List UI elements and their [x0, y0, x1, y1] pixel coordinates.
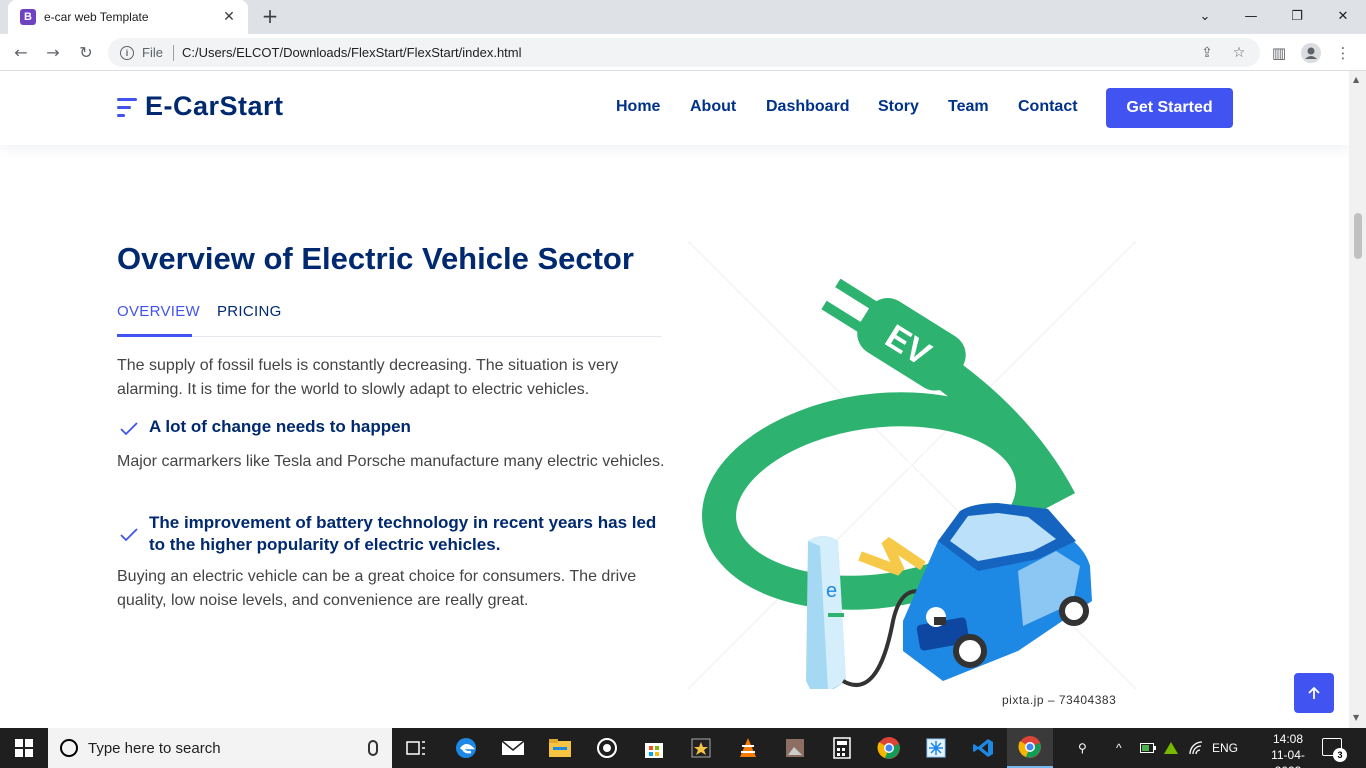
tab-overview[interactable]: OVERVIEW [117, 303, 200, 320]
feature-point: The improvement of battery technology in… [117, 512, 662, 556]
minimize-button[interactable]: — [1228, 0, 1274, 32]
search-icon [60, 739, 78, 757]
feature-point: A lot of change needs to happen [117, 416, 662, 440]
microphone-icon[interactable] [368, 740, 378, 756]
nav-contact[interactable]: Contact [1018, 98, 1078, 116]
browser-toolbar: ← → ↻ i File C:/Users/ELCOT/Downloads/Fl… [0, 34, 1366, 71]
car-graphic [903, 503, 1092, 681]
watermark: PIXTA [878, 440, 996, 481]
forward-icon[interactable]: → [40, 39, 66, 65]
search-placeholder: Type here to search [88, 739, 221, 757]
nav-about[interactable]: About [690, 98, 736, 116]
scroll-up-icon[interactable]: ▲ [1353, 75, 1359, 84]
reload-icon[interactable]: ↻ [73, 39, 99, 65]
language-indicator[interactable]: ENG [1212, 728, 1238, 768]
arrow-up-icon [1308, 686, 1320, 699]
close-tab-icon[interactable]: ✕ [220, 9, 238, 25]
share-icon[interactable]: ⇪ [1198, 44, 1216, 62]
active-tab-indicator [117, 334, 192, 337]
battery-icon[interactable] [1140, 728, 1156, 768]
clock-date: 11-04-2023 [1271, 748, 1305, 768]
content-tabs: OVERVIEW PRICING [117, 303, 662, 337]
chrome-active-icon[interactable] [1007, 728, 1053, 768]
logo[interactable]: E-CarStart [117, 91, 284, 122]
app-icon[interactable] [678, 728, 724, 768]
tab-search-icon[interactable]: ⌄ [1182, 0, 1228, 32]
windows-logo-icon [15, 739, 33, 757]
restore-button[interactable]: ❐ [1274, 0, 1320, 32]
favicon-icon: B [20, 9, 36, 25]
check-icon [120, 528, 138, 542]
scroll-thumb[interactable] [1354, 213, 1362, 259]
taskbar-search[interactable]: Type here to search [48, 728, 392, 768]
file-explorer-icon[interactable] [537, 728, 583, 768]
profile-icon[interactable] [1300, 42, 1322, 64]
logo-text: E-CarStart [145, 91, 284, 121]
nav-story[interactable]: Story [878, 98, 919, 116]
start-button[interactable] [0, 728, 48, 768]
new-tab-button[interactable]: + [258, 4, 282, 28]
side-panel-icon[interactable]: ▥ [1268, 42, 1290, 64]
station-e-icon: e [826, 580, 837, 602]
close-window-button[interactable]: ✕ [1320, 0, 1366, 32]
tab-pricing[interactable]: PRICING [217, 303, 282, 320]
calculator-icon[interactable] [819, 728, 865, 768]
system-clock[interactable]: 14:08 11-04-2023 [1258, 731, 1318, 768]
menu-icon[interactable]: ⋮ [1332, 42, 1354, 64]
back-to-top-button[interactable] [1294, 673, 1334, 713]
clock-time: 14:08 [1272, 732, 1304, 746]
section-title: Overview of Electric Vehicle Sector [117, 241, 634, 276]
windows-taskbar: Type here to search ⚲ ^ ENG 14:08 11-04-… [0, 728, 1366, 768]
vlc-icon[interactable] [725, 728, 771, 768]
browser-tab[interactable]: B e-car web Template ✕ [8, 0, 248, 34]
logo-icon [117, 94, 137, 120]
chrome-icon[interactable] [866, 728, 912, 768]
scroll-down-icon[interactable]: ▼ [1353, 713, 1359, 722]
page-viewport: E-CarStart Home About Dashboard Story Te… [0, 71, 1349, 728]
address-bar[interactable]: i File C:/Users/ELCOT/Downloads/FlexStar… [108, 38, 1260, 67]
mail-icon[interactable] [490, 728, 536, 768]
nav-team[interactable]: Team [948, 98, 989, 116]
feature-text: Buying an electric vehicle can be a grea… [117, 568, 637, 609]
edge-icon[interactable] [443, 728, 489, 768]
url-scheme: File [142, 45, 163, 60]
nvidia-icon[interactable] [1163, 728, 1179, 768]
check-icon [120, 422, 138, 436]
show-hidden-icons[interactable]: ^ [1116, 728, 1122, 768]
feature-heading: A lot of change needs to happen [149, 417, 411, 436]
browser-tab-bar: B e-car web Template ✕ + ⌄ — ❐ ✕ [0, 0, 1366, 34]
notification-count: 3 [1333, 748, 1347, 762]
feature-heading: The improvement of battery technology in… [149, 513, 657, 554]
store-icon[interactable] [631, 728, 677, 768]
bookmark-star-icon[interactable]: ☆ [1230, 44, 1248, 62]
feature-text: Major carmarkers like Tesla and Porsche … [117, 453, 665, 470]
nav-home[interactable]: Home [616, 98, 660, 116]
get-started-button[interactable]: Get Started [1106, 88, 1233, 128]
snipping-tool-icon[interactable] [913, 728, 959, 768]
wifi-icon[interactable] [1188, 728, 1204, 768]
task-view-icon[interactable] [393, 728, 439, 768]
site-header: E-CarStart Home About Dashboard Story Te… [0, 71, 1349, 145]
url-separator [172, 44, 174, 61]
people-icon[interactable]: ⚲ [1078, 728, 1087, 768]
vscode-icon[interactable] [960, 728, 1006, 768]
ev-illustration: EV e PIXTA [688, 241, 1136, 689]
tab-title: e-car web Template [44, 10, 149, 24]
intro-paragraph: The supply of fossil fuels is constantly… [117, 357, 619, 398]
nav-dashboard[interactable]: Dashboard [766, 98, 850, 116]
image-credit: pixta.jp – 73404383 [1002, 693, 1117, 707]
page-scrollbar[interactable]: ▲ ▼ [1349, 71, 1366, 728]
back-icon[interactable]: ← [8, 39, 34, 65]
photo-app-icon[interactable] [772, 728, 818, 768]
url-text[interactable]: C:/Users/ELCOT/Downloads/FlexStart/FlexS… [182, 45, 522, 60]
media-app-icon[interactable] [584, 728, 630, 768]
info-icon[interactable]: i [120, 45, 134, 60]
